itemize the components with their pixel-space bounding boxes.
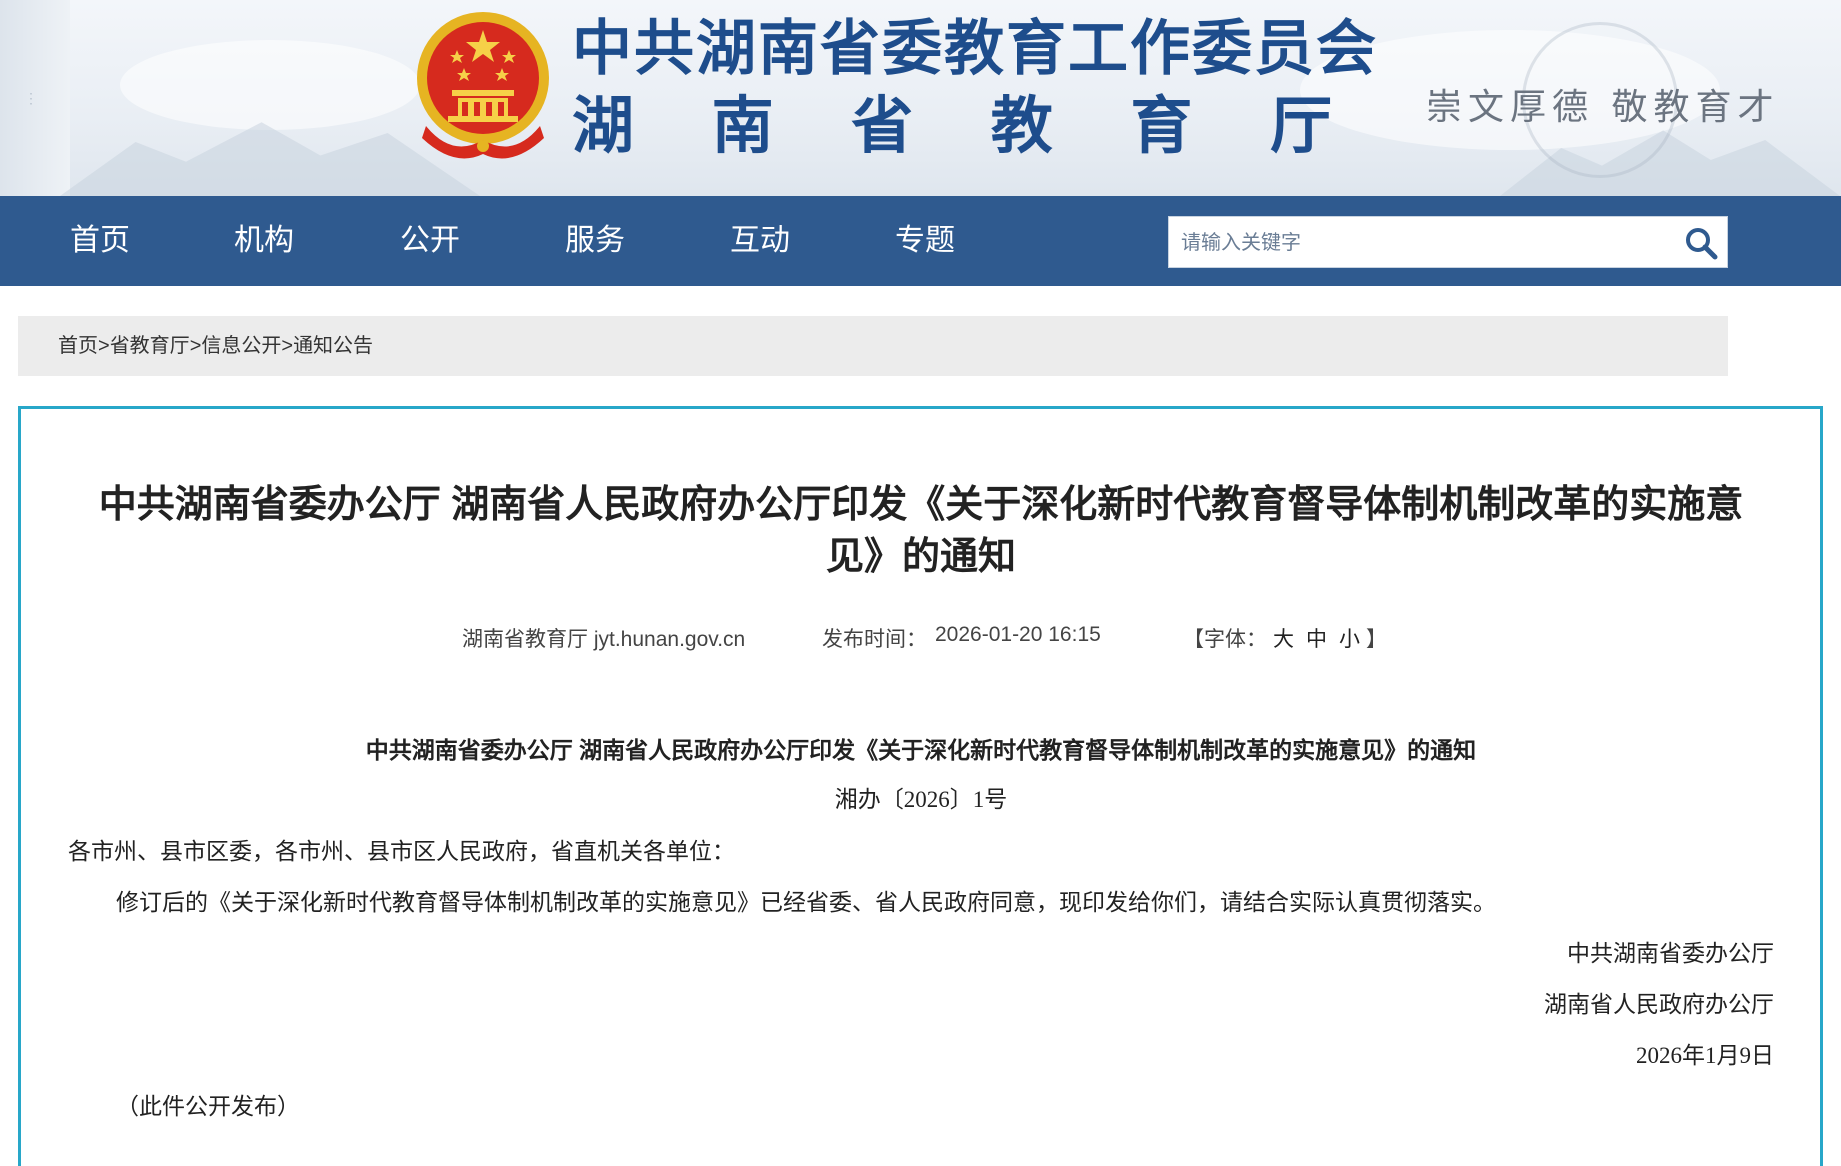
document-date: 2026年1月9日 <box>1636 1043 1774 1068</box>
document-number: 湘办〔2026〕1号 <box>834 787 1008 812</box>
org-title-line2: 湖 南 省 教 育 厅 <box>572 90 1332 162</box>
header-banner: ⋮ 中共湖南省委教育工作委员会 湖 南 省 教 育 厅 崇文厚德 敬教育才 <box>0 0 1841 196</box>
org-title-char: 湖 <box>572 89 635 162</box>
breadcrumb-info-public[interactable]: 信息公开 <box>201 335 281 357</box>
signer-party-office: 中共湖南省委办公厅 <box>1567 941 1774 966</box>
nav-item-public[interactable]: 公开 <box>400 196 460 286</box>
breadcrumb-trail: 首页>省教育厅>信息公开>通知公告 <box>58 316 373 376</box>
org-title-char: 厅 <box>1269 89 1332 162</box>
nav-item-topics[interactable]: 专题 <box>895 196 955 286</box>
nav-item-organization[interactable]: 机构 <box>234 196 294 286</box>
article-container: 中共湖南省委办公厅 湖南省人民政府办公厅印发《关于深化新时代教育督导体制机制改革… <box>18 406 1823 1166</box>
breadcrumb-separator: > <box>189 335 202 357</box>
search-icon[interactable] <box>1683 225 1719 261</box>
nav-item-interaction[interactable]: 互动 <box>730 196 790 286</box>
document-salutation: 各市州、县市区委，各市州、县市区人民政府，省直机关各单位： <box>68 839 735 864</box>
font-size-close: 】 <box>1366 628 1387 651</box>
breadcrumb-home[interactable]: 首页 <box>58 335 98 357</box>
search-input[interactable] <box>1179 217 1663 269</box>
font-size-small-button[interactable]: 小 <box>1339 628 1360 651</box>
org-title-char: 育 <box>1130 89 1193 162</box>
breadcrumb-separator: > <box>98 335 110 357</box>
breadcrumb-separator: > <box>281 335 294 357</box>
publish-time: 2026-01-20 16:15 <box>935 623 1101 646</box>
search-box <box>1168 216 1728 269</box>
font-size-large-button[interactable]: 大 <box>1273 628 1294 651</box>
font-size-medium-button[interactable]: 中 <box>1306 628 1327 651</box>
font-size-control: 【字体： 大中小】 <box>1183 623 1387 653</box>
org-title-char: 省 <box>851 89 914 162</box>
publish-label: 发布时间： <box>822 628 927 651</box>
font-size-open: 【字体： <box>1183 628 1267 651</box>
article-source: 湖南省教育厅 jyt.hunan.gov.cn <box>462 628 746 651</box>
breadcrumb: 首页>省教育厅>信息公开>通知公告 <box>18 316 1728 376</box>
breadcrumb-notices[interactable]: 通知公告 <box>293 335 373 357</box>
org-title-char: 教 <box>990 89 1053 162</box>
national-emblem-icon <box>417 12 549 159</box>
banner-vertical-decoration: ⋮ <box>24 91 40 107</box>
nav-item-service[interactable]: 服务 <box>565 196 625 286</box>
nav-item-home[interactable]: 首页 <box>70 196 130 286</box>
org-title-char: 南 <box>711 89 774 162</box>
document-heading: 中共湖南省委办公厅 湖南省人民政府办公厅印发《关于深化新时代教育督导体制机制改革… <box>365 737 1477 763</box>
banner-mist <box>120 40 420 130</box>
publication-note: （此件公开发布） <box>116 1094 300 1119</box>
document-body: 修订后的《关于深化新时代教育督导体制机制改革的实施意见》已经省委、省人民政府同意… <box>116 890 1496 915</box>
org-title-line1: 中共湖南省委教育工作委员会 <box>572 14 1378 84</box>
signer-government-office: 湖南省人民政府办公厅 <box>1544 992 1774 1017</box>
article-title: 中共湖南省委办公厅 湖南省人民政府办公厅印发《关于深化新时代教育督导体制机制改革… <box>98 484 1744 578</box>
breadcrumb-education-dept[interactable]: 省教育厅 <box>110 335 190 357</box>
banner-motto: 崇文厚德 敬教育才 <box>1426 87 1780 128</box>
